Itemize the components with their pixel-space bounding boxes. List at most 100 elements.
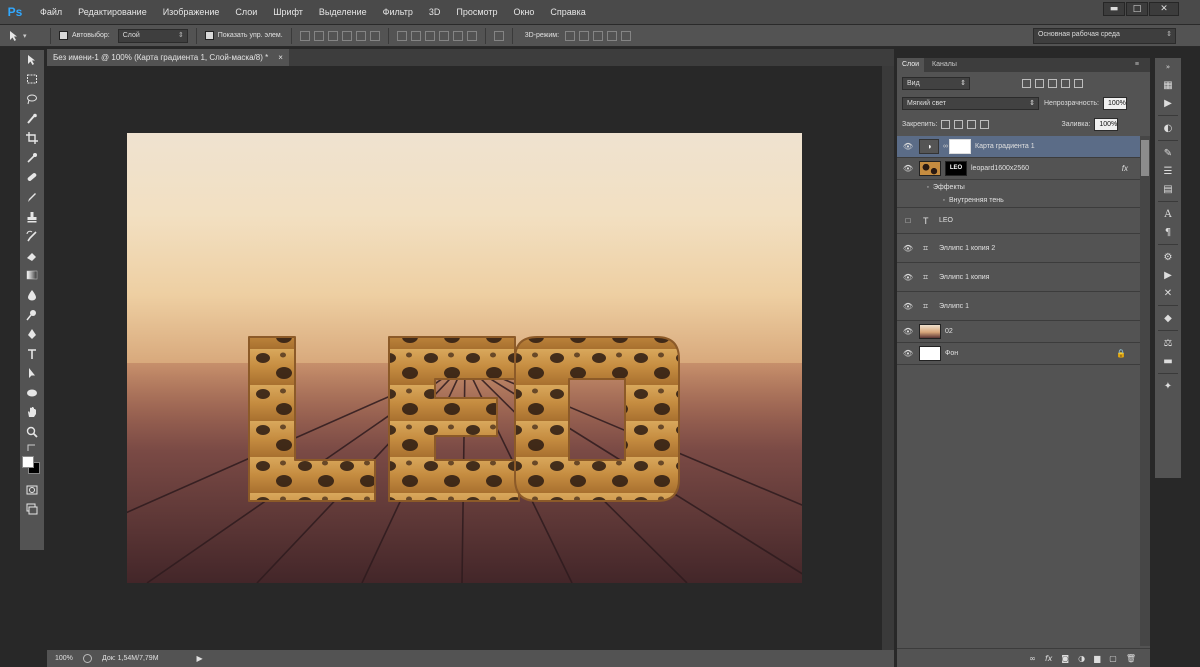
type-tool-icon[interactable] [20, 344, 44, 364]
move-tool-icon[interactable] [20, 50, 44, 70]
character-panel-icon[interactable]: A [1155, 205, 1181, 223]
align-vcenter-icon[interactable] [313, 30, 324, 41]
distribute-right-icon[interactable] [466, 30, 477, 41]
layer-row[interactable]: 👁 ⌗ Эллипс 1 копия 2 [897, 234, 1140, 263]
swap-colors-icon[interactable] [20, 442, 44, 454]
new-layer-icon[interactable]: ▢ [1109, 654, 1117, 663]
gradient-tool-icon[interactable] [20, 266, 44, 286]
align-right-icon[interactable] [369, 30, 380, 41]
collapse-arrows-icon[interactable]: » [1155, 58, 1181, 76]
status-info-icon[interactable] [83, 654, 92, 663]
layer-mask-thumbnail[interactable]: LEO [945, 161, 967, 176]
actions-panel-icon[interactable]: ▶ [1155, 94, 1181, 112]
distribute-top-icon[interactable] [396, 30, 407, 41]
color-swatches[interactable] [20, 454, 44, 480]
blur-tool-icon[interactable] [20, 285, 44, 305]
tool-presets-icon[interactable]: ✕ [1155, 284, 1181, 302]
mask-icon[interactable]: ◙ [1061, 654, 1069, 663]
3d-panel-icon[interactable]: ◆ [1155, 309, 1181, 327]
visibility-eye-icon[interactable]: □ [897, 216, 919, 225]
menu-select[interactable]: Выделение [311, 0, 375, 25]
menu-view[interactable]: Просмотр [448, 0, 505, 25]
measurement-panel-icon[interactable]: ⚖ [1155, 334, 1181, 352]
3d-slide-icon[interactable] [607, 30, 618, 41]
history-brush-icon[interactable] [20, 226, 44, 246]
eraser-icon[interactable] [20, 246, 44, 266]
crop-tool-icon[interactable] [20, 128, 44, 148]
filter-pixel-icon[interactable] [1022, 78, 1031, 88]
timeline-panel-icon[interactable]: ▶ [1155, 266, 1181, 284]
layer-row[interactable]: □ T LEO [897, 208, 1140, 234]
opacity-field[interactable]: 100% [1103, 97, 1127, 110]
clone-stamp-icon[interactable] [20, 207, 44, 227]
visibility-eye-icon[interactable]: 👁 [897, 273, 919, 282]
styles-panel-icon[interactable]: ▤ [1155, 180, 1181, 198]
adjustments-panel-icon[interactable]: ☰ [1155, 162, 1181, 180]
pen-tool-icon[interactable] [20, 324, 44, 344]
clone-source-icon[interactable]: ✦ [1155, 377, 1181, 395]
marquee-tool-icon[interactable] [20, 70, 44, 90]
layer-row[interactable]: 👁 ⌗ Эллипс 1 копия [897, 263, 1140, 292]
visibility-eye-icon[interactable]: 👁 [897, 244, 919, 253]
3d-scale-icon[interactable] [621, 30, 632, 41]
layer-row[interactable]: 👁 Фон 🔒 [897, 343, 1140, 365]
brush-tool-icon[interactable] [20, 187, 44, 207]
layer-thumbnail[interactable] [919, 324, 941, 339]
close-tab-icon[interactable]: × [278, 49, 283, 66]
lock-image-icon[interactable] [954, 120, 964, 129]
workspace-switcher[interactable]: Основная рабочая среда [1033, 28, 1176, 44]
align-hcenter-icon[interactable] [355, 30, 366, 41]
path-selection-icon[interactable] [20, 364, 44, 384]
menu-type[interactable]: Шрифт [265, 0, 311, 25]
eyedropper-icon[interactable] [20, 148, 44, 168]
blend-mode-dropdown[interactable]: Мягкий свет [902, 97, 1039, 110]
lock-position-icon[interactable] [967, 120, 977, 129]
link-icon[interactable]: ∞ [1029, 654, 1036, 663]
visibility-eye-icon[interactable]: 👁 [897, 164, 919, 173]
panel-menu-icon[interactable]: ≡ [1130, 58, 1144, 72]
align-left-icon[interactable] [341, 30, 352, 41]
menu-help[interactable]: Справка [542, 0, 593, 25]
tab-channels[interactable]: Каналы [927, 58, 962, 72]
layer-thumbnail[interactable] [919, 346, 941, 361]
3d-roll-icon[interactable] [579, 30, 590, 41]
autoselect-checkbox[interactable] [59, 31, 68, 40]
layer-row[interactable]: 👁 ◑ ∞ Карта градиента 1 [897, 136, 1140, 158]
filter-shape-icon[interactable] [1061, 78, 1070, 88]
effect-item-row[interactable]: ◦ Внутренняя тень [897, 194, 1140, 208]
maximize-button[interactable]: □ [1126, 2, 1148, 16]
filter-adjustment-icon[interactable] [1035, 78, 1044, 88]
menu-image[interactable]: Изображение [155, 0, 228, 25]
layer-row[interactable]: 👁 02 [897, 321, 1140, 343]
auto-align-icon[interactable] [493, 30, 504, 41]
layer-row[interactable]: 👁 LEO leopard1600x2560 fx [897, 158, 1140, 180]
dodge-tool-icon[interactable] [20, 305, 44, 325]
layer-mask-thumbnail[interactable] [949, 139, 971, 154]
visibility-eye-icon[interactable]: 👁 [897, 302, 919, 311]
adjustment-icon[interactable]: ◑ [1078, 654, 1085, 663]
close-button[interactable]: ✕ [1149, 2, 1179, 16]
effects-eye-icon[interactable]: ◦ [897, 184, 933, 191]
document-tab[interactable]: Без имени-1 @ 100% (Карта градиента 1, С… [47, 49, 289, 66]
hand-tool-icon[interactable] [20, 403, 44, 423]
menu-edit[interactable]: Редактирование [70, 0, 155, 25]
layer-thumbnail[interactable] [919, 161, 941, 176]
healing-brush-icon[interactable] [20, 168, 44, 188]
layer-effects-badge[interactable]: fx [1122, 164, 1128, 173]
effect-eye-icon[interactable]: ◦ [897, 197, 949, 204]
fx-icon[interactable]: fx [1045, 654, 1053, 663]
minimize-button[interactable]: ▬ [1103, 2, 1125, 16]
history-panel-icon[interactable]: ▦ [1155, 76, 1181, 94]
color-panel-icon[interactable]: ◐ [1155, 119, 1181, 137]
status-menu-arrow-icon[interactable]: ▶ [197, 654, 203, 663]
zoom-level-field[interactable]: 100% [47, 655, 75, 662]
layers-scrollbar[interactable] [1140, 136, 1150, 646]
show-transform-checkbox[interactable] [204, 31, 214, 40]
lock-transparent-icon[interactable] [941, 120, 951, 129]
fill-field[interactable]: 100% [1094, 118, 1119, 131]
autoselect-dropdown[interactable]: Слой [117, 28, 188, 43]
lasso-tool-icon[interactable] [20, 89, 44, 109]
tab-layers[interactable]: Слои [897, 58, 925, 72]
align-top-icon[interactable] [299, 30, 310, 41]
distribute-bottom-icon[interactable] [424, 30, 435, 41]
